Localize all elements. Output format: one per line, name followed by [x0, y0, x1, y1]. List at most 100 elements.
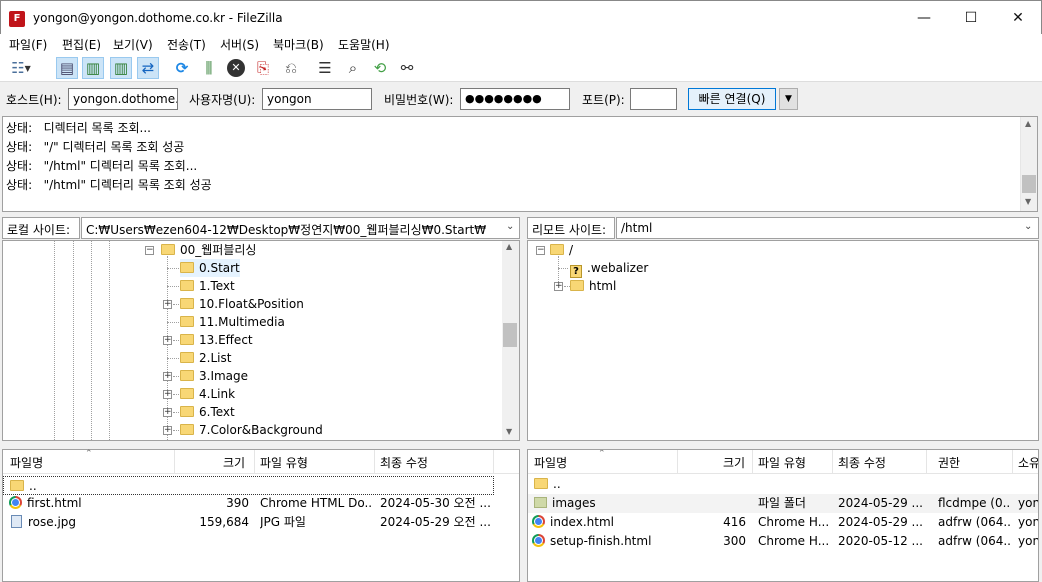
- expand-icon[interactable]: +: [163, 390, 172, 399]
- scroll-down-icon[interactable]: ▼: [506, 427, 512, 436]
- folder-icon: [534, 478, 548, 489]
- menu-edit[interactable]: 편집(E): [62, 36, 101, 53]
- column-permissions[interactable]: 권한: [938, 454, 960, 471]
- find-files-icon[interactable]: ⚯: [396, 57, 418, 79]
- menu-view[interactable]: 보기(V): [113, 36, 153, 53]
- remote-directory-tree: − / ? .webalizer + html: [527, 240, 1039, 441]
- column-owner[interactable]: 소유: [1018, 454, 1038, 471]
- table-row[interactable]: setup-finish.html 300 Chrome H... 2020-0…: [528, 532, 1038, 551]
- remote-file-list: 파일명 ⌃ 크기 파일 유형 최종 수정 권한 소유 .. images 파일 …: [527, 449, 1039, 582]
- toggle-remote-tree-icon[interactable]: ▥: [110, 57, 132, 79]
- tree-item[interactable]: 6.Text: [180, 403, 235, 421]
- host-input[interactable]: yongon.dothome.c: [68, 88, 178, 110]
- chrome-icon: [532, 515, 545, 528]
- tree-item[interactable]: 7.Color&Background: [180, 421, 323, 439]
- site-manager-icon[interactable]: ☷ ▼: [6, 57, 36, 79]
- tree-item[interactable]: 4.Link: [180, 385, 235, 403]
- tree-item[interactable]: 13.Effect: [180, 331, 253, 349]
- tree-item[interactable]: 10.Float&Position: [180, 295, 304, 313]
- scroll-up-icon[interactable]: ▲: [506, 242, 512, 251]
- table-row[interactable]: index.html 416 Chrome H... 2024-05-29 ..…: [528, 513, 1038, 532]
- tree-item[interactable]: html: [570, 277, 616, 295]
- expand-icon[interactable]: +: [554, 282, 563, 291]
- column-type[interactable]: 파일 유형: [758, 454, 806, 471]
- user-label: 사용자명(U):: [189, 93, 256, 107]
- chrome-icon: [532, 534, 545, 547]
- filter-icon[interactable]: ☰: [314, 57, 336, 79]
- expand-icon[interactable]: +: [163, 300, 172, 309]
- process-queue-icon[interactable]: ⫼: [198, 57, 220, 79]
- scroll-thumb[interactable]: [503, 323, 517, 347]
- menu-bookmarks[interactable]: 북마크(B): [273, 36, 324, 53]
- column-size[interactable]: 크기: [223, 454, 245, 471]
- folder-icon: [180, 298, 194, 309]
- quickconnect-bar: 호스트(H): yongon.dothome.c 사용자명(U): yongon…: [0, 83, 1042, 115]
- local-file-list: 파일명 ⌃ 크기 파일 유형 최종 수정 .. first.html 390 C…: [2, 449, 520, 582]
- column-modified[interactable]: 최종 수정: [380, 454, 428, 471]
- port-label: 포트(P):: [582, 93, 625, 107]
- table-row[interactable]: first.html 390 Chrome HTML Do... 2024-05…: [3, 494, 519, 513]
- menu-help[interactable]: 도움말(H): [338, 36, 390, 53]
- scroll-up-icon[interactable]: ▲: [1025, 119, 1031, 128]
- expand-icon[interactable]: +: [163, 372, 172, 381]
- minimize-button[interactable]: —: [901, 1, 947, 35]
- expand-icon[interactable]: +: [163, 426, 172, 435]
- toggle-log-icon[interactable]: ▤: [56, 57, 78, 79]
- tree-item[interactable]: 3.Image: [180, 367, 248, 385]
- window-title: yongon@yongon.dothome.co.kr - FileZilla: [33, 11, 283, 25]
- tree-item[interactable]: /: [550, 241, 573, 259]
- search-icon[interactable]: ⌕: [342, 57, 364, 79]
- remote-file-list-header: 파일명 ⌃ 크기 파일 유형 최종 수정 권한 소유: [528, 450, 1038, 474]
- toggle-queue-icon[interactable]: ⇄: [137, 57, 159, 79]
- column-modified[interactable]: 최종 수정: [838, 454, 886, 471]
- column-type[interactable]: 파일 유형: [260, 454, 308, 471]
- log-line: 상태: 디렉터리 목록 조회...: [6, 121, 151, 135]
- tree-item-selected[interactable]: 0.Start: [180, 259, 240, 277]
- tree-item[interactable]: 1.Text: [180, 277, 235, 295]
- quickconnect-button[interactable]: 빠른 연결(Q): [688, 88, 776, 110]
- column-filename[interactable]: 파일명: [10, 454, 43, 471]
- sort-arrow-icon: ⌃: [598, 449, 606, 459]
- table-row[interactable]: images 파일 폴더 2024-05-29 ... flcdmpe (0..…: [528, 494, 1038, 513]
- table-row[interactable]: ..: [528, 475, 1038, 494]
- menu-server[interactable]: 서버(S): [220, 36, 259, 53]
- tree-item[interactable]: 00_웹퍼블리싱: [161, 241, 256, 259]
- quickconnect-dropdown[interactable]: ▼: [779, 88, 798, 110]
- remote-path-input[interactable]: /html: [616, 217, 1039, 239]
- collapse-icon[interactable]: −: [536, 246, 545, 255]
- tree-item[interactable]: 2.List: [180, 349, 231, 367]
- column-filename[interactable]: 파일명: [534, 454, 567, 471]
- sync-browse-icon[interactable]: ⟲: [369, 57, 391, 79]
- chevron-down-icon[interactable]: ⌄: [506, 221, 514, 232]
- disconnect-icon[interactable]: ⎘: [252, 57, 274, 79]
- log-scroll-thumb[interactable]: [1022, 175, 1036, 193]
- port-input[interactable]: [630, 88, 677, 110]
- refresh-icon[interactable]: ⟳: [171, 57, 193, 79]
- password-label: 비밀번호(W):: [384, 93, 454, 107]
- folder-icon: [550, 244, 564, 255]
- user-input[interactable]: yongon: [262, 88, 372, 110]
- maximize-button[interactable]: ☐: [948, 1, 994, 35]
- collapse-icon[interactable]: −: [145, 246, 154, 255]
- column-size[interactable]: 크기: [723, 454, 745, 471]
- title-bar: F yongon@yongon.dothome.co.kr - FileZill…: [0, 0, 1042, 34]
- local-tree-scrollbar[interactable]: ▲ ▼: [502, 241, 519, 440]
- tree-item[interactable]: ? .webalizer: [570, 259, 648, 278]
- menu-transfer[interactable]: 전송(T): [167, 36, 206, 53]
- menu-file[interactable]: 파일(F): [9, 36, 47, 53]
- table-row[interactable]: ..: [3, 476, 494, 495]
- log-scrollbar[interactable]: ▲ ▼: [1020, 117, 1037, 211]
- chevron-down-icon[interactable]: ⌄: [1024, 221, 1032, 232]
- toggle-local-tree-icon[interactable]: ▥: [82, 57, 104, 79]
- cancel-icon[interactable]: ✕: [225, 57, 247, 79]
- table-row[interactable]: rose.jpg 159,684 JPG 파일 2024-05-29 오전 ..…: [3, 513, 519, 532]
- local-path-input[interactable]: C:₩Users₩ezen604-12₩Desktop₩정연지₩00_웹퍼블리싱…: [81, 217, 520, 239]
- expand-icon[interactable]: +: [163, 336, 172, 345]
- scroll-down-icon[interactable]: ▼: [1025, 197, 1031, 206]
- tree-item[interactable]: 11.Multimedia: [180, 313, 285, 331]
- close-button[interactable]: ✕: [995, 1, 1041, 35]
- expand-icon[interactable]: +: [163, 408, 172, 417]
- password-input[interactable]: ●●●●●●●●: [460, 88, 570, 110]
- folder-icon: [180, 424, 194, 435]
- reconnect-icon[interactable]: ⎌: [280, 57, 302, 79]
